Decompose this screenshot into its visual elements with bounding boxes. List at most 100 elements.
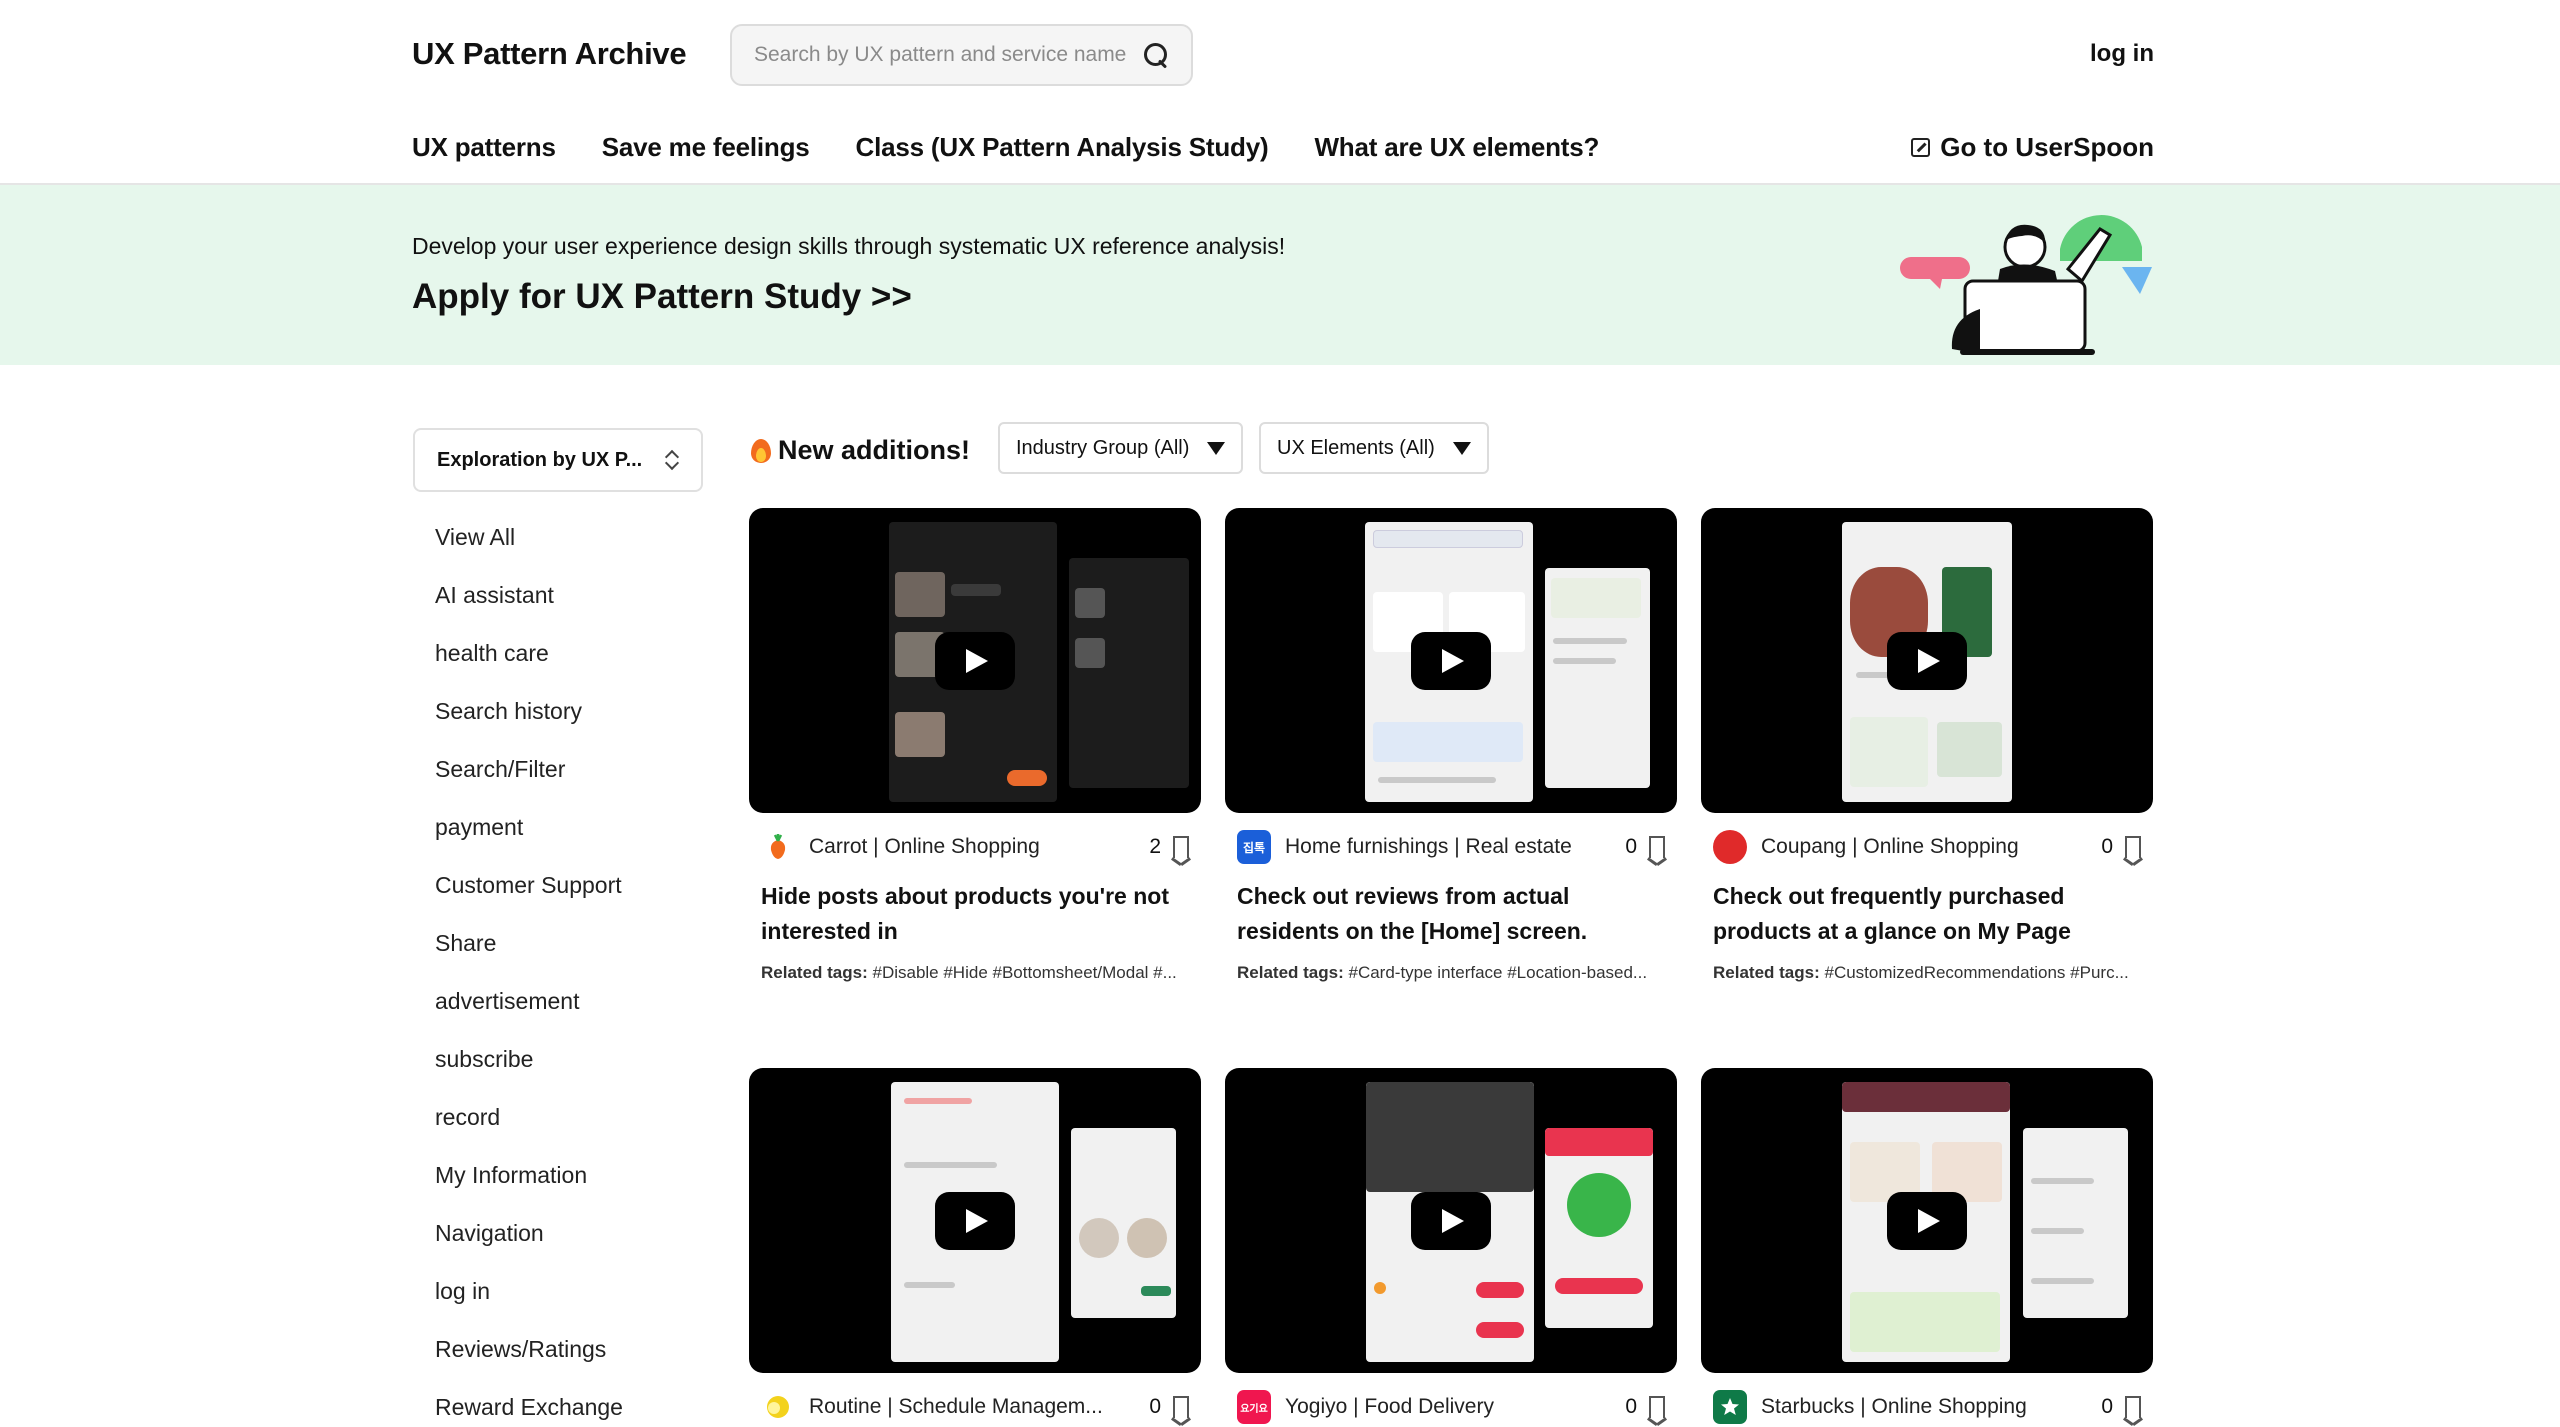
play-icon[interactable] [935, 631, 1015, 690]
chevron-updown-icon [665, 449, 679, 471]
study-banner[interactable]: Develop your user experience design skil… [0, 185, 2560, 365]
service-name: Starbucks | Online Shopping [1761, 1395, 2027, 1418]
nav-save-feelings[interactable]: Save me feelings [602, 132, 810, 163]
search-box[interactable] [730, 24, 1193, 86]
bookmark-count: 0 [1625, 1395, 1637, 1418]
video-thumbnail[interactable] [1225, 1068, 1677, 1373]
starbucks-logo-icon [1713, 1390, 1747, 1424]
app-screenshot [1545, 568, 1650, 788]
routine-logo-icon [761, 1390, 795, 1424]
tags-value: #Disable #Hide #Bottomsheet/Modal #... [872, 963, 1177, 982]
app-screenshot [1545, 1128, 1653, 1328]
ux-elements-filter[interactable]: UX Elements (All) [1259, 422, 1489, 474]
industry-group-filter[interactable]: Industry Group (All) [998, 422, 1244, 474]
tags-label: Related tags: [1713, 963, 1820, 982]
category-item[interactable]: Customer Support [435, 856, 623, 914]
category-item[interactable]: log in [435, 1262, 623, 1320]
video-thumbnail[interactable] [1701, 1068, 2153, 1373]
pattern-card[interactable]: Routine | Schedule Managem... 0 [749, 1068, 1201, 1425]
pattern-card[interactable]: Carrot | Online Shopping 2 Hide posts ab… [749, 508, 1201, 983]
category-list: View All AI assistant health care Search… [435, 508, 623, 1427]
bookmark-icon[interactable] [1173, 1396, 1189, 1418]
category-item[interactable]: record [435, 1088, 623, 1146]
service-name: Carrot | Online Shopping [809, 835, 1040, 858]
video-thumbnail[interactable] [749, 1068, 1201, 1373]
bookmark-icon[interactable] [1173, 836, 1189, 858]
card-meta: Starbucks | Online Shopping 0 [1701, 1389, 2153, 1425]
play-icon[interactable] [1887, 1191, 1967, 1250]
nav-ux-elements[interactable]: What are UX elements? [1314, 132, 1599, 163]
bookmark-icon[interactable] [1649, 836, 1665, 858]
category-item[interactable]: AI assistant [435, 566, 623, 624]
bookmark-icon[interactable] [1649, 1396, 1665, 1418]
play-icon[interactable] [1411, 631, 1491, 690]
service-name: Coupang | Online Shopping [1761, 835, 2019, 858]
play-icon[interactable] [1411, 1191, 1491, 1250]
home-furnishing-logo-icon: 집톡 [1237, 830, 1271, 864]
login-link[interactable]: log in [2090, 40, 2154, 68]
video-thumbnail[interactable] [749, 508, 1201, 813]
main-nav: UX patterns Save me feelings Class (UX P… [412, 132, 1599, 163]
video-thumbnail[interactable] [1225, 508, 1677, 813]
bookmark-icon[interactable] [2125, 836, 2141, 858]
service-name: Home furnishings | Real estate [1285, 835, 1572, 858]
category-item[interactable]: My Information [435, 1146, 623, 1204]
caret-down-icon [1452, 441, 1471, 455]
service-name: Routine | Schedule Managem... [809, 1395, 1103, 1418]
card-meta: Routine | Schedule Managem... 0 [749, 1389, 1201, 1425]
category-item[interactable]: Search history [435, 682, 623, 740]
new-additions-label: New additions! [778, 434, 971, 465]
pattern-card[interactable]: Coupang | Online Shopping 0 Check out fr… [1701, 508, 2153, 983]
site-logo[interactable]: UX Pattern Archive [412, 36, 687, 72]
nav-ux-patterns[interactable]: UX patterns [412, 132, 556, 163]
card-title[interactable]: Hide posts about products you're not int… [749, 879, 1201, 949]
category-item[interactable]: Search/Filter [435, 740, 623, 798]
nav-class[interactable]: Class (UX Pattern Analysis Study) [856, 132, 1269, 163]
category-item[interactable]: subscribe [435, 1030, 623, 1088]
pattern-card[interactable]: 요기요 Yogiyo | Food Delivery 0 [1225, 1068, 1677, 1425]
pattern-card[interactable]: Starbucks | Online Shopping 0 [1701, 1068, 2153, 1425]
tags-value: #Card-type interface #Location-based... [1348, 963, 1648, 982]
search-input[interactable] [754, 43, 1143, 67]
bookmark-count: 0 [2101, 1395, 2113, 1418]
coupang-logo-icon [1713, 830, 1747, 864]
category-item[interactable]: Reward Exchange [435, 1378, 623, 1427]
card-title[interactable]: Check out frequently purchased products … [1701, 879, 2153, 949]
app-screenshot [1071, 1128, 1176, 1318]
explore-by-pattern-select[interactable]: Exploration by UX P... [413, 428, 703, 492]
banner-subtitle: Develop your user experience design skil… [412, 233, 1286, 259]
card-meta: 집톡 Home furnishings | Real estate 0 [1225, 829, 1677, 865]
go-userspoon-link[interactable]: Go to UserSpoon [1911, 132, 2154, 163]
new-additions-heading: New additions! [750, 430, 970, 470]
banner-cta[interactable]: Apply for UX Pattern Study >> [412, 277, 912, 317]
play-icon[interactable] [1887, 631, 1967, 690]
app-screenshot [1069, 558, 1189, 788]
video-thumbnail[interactable] [1701, 508, 2153, 813]
app-screenshot [2023, 1128, 2128, 1318]
category-item[interactable]: View All [435, 508, 623, 566]
category-item[interactable]: Navigation [435, 1204, 623, 1262]
service-name: Yogiyo | Food Delivery [1285, 1395, 1494, 1418]
bookmark-count: 0 [1625, 835, 1637, 858]
category-item[interactable]: advertisement [435, 972, 623, 1030]
category-item[interactable]: payment [435, 798, 623, 856]
person-laptop-illustration [1900, 215, 2152, 355]
play-icon[interactable] [935, 1191, 1015, 1250]
tags-value: #CustomizedRecommendations #Purc... [1824, 963, 2129, 982]
category-item[interactable]: Reviews/Ratings [435, 1320, 623, 1378]
pattern-card[interactable]: 집톡 Home furnishings | Real estate 0 Chec… [1225, 508, 1677, 983]
explore-select-label: Exploration by UX P... [437, 448, 643, 471]
card-title[interactable]: Check out reviews from actual residents … [1225, 879, 1677, 949]
category-item[interactable]: Share [435, 914, 623, 972]
industry-filter-label: Industry Group (All) [1016, 436, 1190, 459]
site-header: UX Pattern Archive log in UX patterns Sa… [0, 0, 2560, 185]
bookmark-icon[interactable] [2125, 1396, 2141, 1418]
bookmark-count: 0 [1149, 1395, 1161, 1418]
search-icon[interactable] [1143, 42, 1169, 68]
go-userspoon-label: Go to UserSpoon [1940, 132, 2154, 162]
card-meta: Coupang | Online Shopping 0 [1701, 829, 2153, 865]
card-meta: 요기요 Yogiyo | Food Delivery 0 [1225, 1389, 1677, 1425]
bookmark-count: 2 [1149, 835, 1161, 858]
category-item[interactable]: health care [435, 624, 623, 682]
carrot-logo-icon [761, 830, 795, 864]
